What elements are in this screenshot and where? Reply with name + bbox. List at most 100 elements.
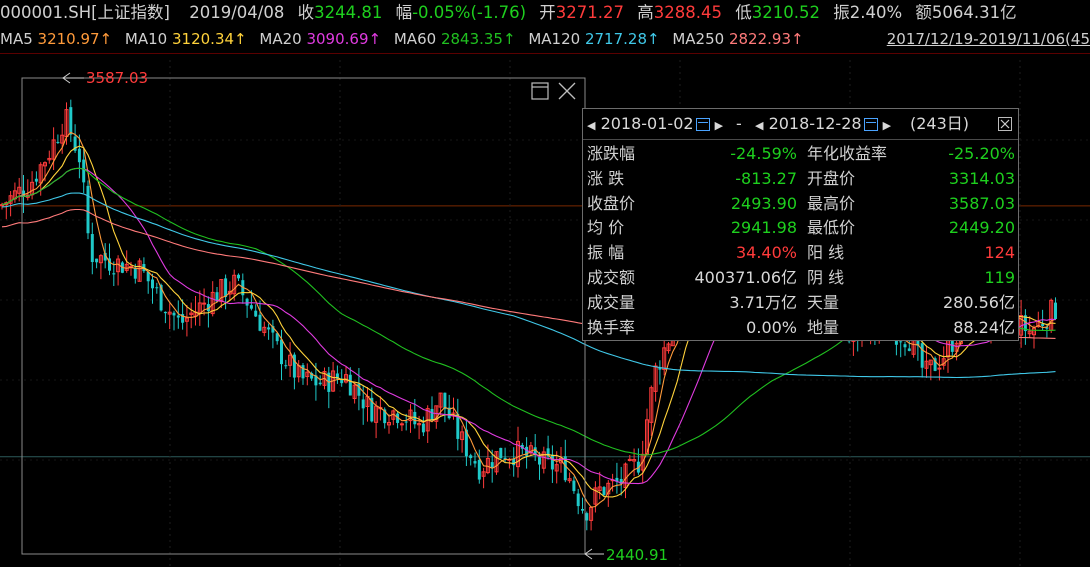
symbol-label[interactable]: 000001.SH[上证指数] bbox=[0, 0, 170, 26]
stat-label: 天量 bbox=[807, 292, 840, 312]
change-value: -0.05%(-1.76) bbox=[412, 3, 527, 22]
start-date-text[interactable]: 2018-01-02 bbox=[601, 114, 694, 133]
calendar-icon[interactable] bbox=[863, 118, 878, 131]
date-separator: - bbox=[736, 114, 742, 133]
restore-window-icon[interactable] bbox=[531, 82, 549, 100]
chart-overlay: 3587.03 2440.91 bbox=[21, 69, 668, 564]
candle-body bbox=[550, 454, 554, 470]
low-value: 3210.52 bbox=[751, 3, 820, 22]
open-label: 开 bbox=[539, 3, 556, 22]
open-value: 3271.27 bbox=[555, 3, 625, 22]
candle-body bbox=[202, 302, 207, 305]
quote-header: 000001.SH[上证指数] 2019/04/08 收3244.81 幅-0.… bbox=[0, 0, 1090, 26]
candle-body bbox=[77, 148, 81, 163]
candle-body bbox=[538, 457, 541, 465]
prev-start-icon[interactable]: ◀ bbox=[587, 119, 595, 132]
amplitude-label: 振 bbox=[833, 3, 850, 22]
ma10-value: 3120.34↑ bbox=[172, 30, 247, 48]
stat-value: 3314.03 bbox=[948, 168, 1015, 188]
stat-label: 成交量 bbox=[587, 292, 636, 312]
candle-body bbox=[155, 287, 159, 289]
candle-body bbox=[69, 107, 73, 135]
stat-label: 最低价 bbox=[807, 218, 856, 238]
high-value: 3288.45 bbox=[653, 3, 722, 22]
candle-body bbox=[421, 423, 425, 433]
candle-body bbox=[473, 461, 477, 464]
low-label: 低 bbox=[735, 3, 752, 22]
candle-body bbox=[572, 480, 576, 492]
candle-body bbox=[254, 310, 258, 317]
prev-end-icon[interactable]: ◀ bbox=[755, 119, 763, 132]
candle-body bbox=[512, 458, 516, 466]
stat-label: 收盘价 bbox=[587, 193, 636, 213]
close-stats-icon[interactable] bbox=[998, 117, 1012, 131]
candle-body bbox=[258, 314, 262, 331]
close-label: 收 bbox=[297, 3, 315, 22]
date-range-link[interactable]: 2017/12/19-2019/11/06(45 bbox=[887, 27, 1090, 51]
stat-label: 换手率 bbox=[587, 317, 636, 337]
candle-body bbox=[133, 267, 137, 279]
ma60-value: 2843.35↑ bbox=[440, 30, 516, 48]
amount-value: 5064.31亿 bbox=[931, 3, 1017, 22]
candle-body bbox=[899, 341, 903, 343]
candle-body bbox=[56, 141, 60, 143]
stat-label: 振 幅 bbox=[587, 243, 625, 263]
stat-value: -24.59% bbox=[730, 144, 797, 163]
candle-body bbox=[318, 382, 322, 385]
candle-body bbox=[404, 421, 408, 423]
candle-body bbox=[920, 343, 924, 368]
amount-label: 额 bbox=[915, 3, 932, 22]
candle-body bbox=[237, 274, 240, 279]
stat-value: -25.20% bbox=[948, 144, 1015, 163]
ma60-label: MA60 bbox=[393, 30, 437, 48]
start-date-picker[interactable]: ◀ 2018-01-02 ▶ bbox=[587, 113, 723, 135]
candle-body bbox=[469, 455, 473, 459]
calendar-icon[interactable] bbox=[695, 118, 710, 131]
ma5-label: MA5 bbox=[0, 30, 33, 48]
end-date-text[interactable]: 2018-12-28 bbox=[769, 114, 862, 133]
stat-value: 280.56亿 bbox=[943, 292, 1015, 312]
candle-body bbox=[348, 374, 352, 396]
ma20-value: 3090.69↑ bbox=[306, 30, 382, 48]
candle-body bbox=[267, 327, 271, 330]
amplitude-value: 2.40% bbox=[849, 3, 903, 22]
candle-body bbox=[301, 365, 305, 379]
stat-label: 地量 bbox=[807, 317, 840, 337]
candle-body bbox=[163, 311, 167, 314]
ma250-value: 2822.93↑ bbox=[728, 30, 804, 48]
high-label: 高 bbox=[637, 3, 654, 22]
low-marker-label: 2440.91 bbox=[606, 546, 668, 564]
stat-label: 阴 线 bbox=[807, 268, 845, 287]
candle-body bbox=[249, 305, 253, 309]
candle-body bbox=[112, 273, 116, 275]
end-date-picker[interactable]: ◀ 2018-12-28 ▶ bbox=[755, 113, 891, 135]
close-selection-icon[interactable] bbox=[557, 82, 577, 100]
next-end-icon[interactable]: ▶ bbox=[883, 119, 891, 132]
high-marker: 3587.03 bbox=[62, 69, 148, 87]
stat-value: 88.24亿 bbox=[953, 317, 1015, 337]
candle-body bbox=[907, 348, 911, 351]
stat-label: 最高价 bbox=[807, 193, 856, 213]
stat-value: 2493.90 bbox=[730, 193, 797, 213]
stat-label: 年化收益率 bbox=[807, 144, 888, 163]
change-label: 幅 bbox=[395, 3, 413, 22]
next-start-icon[interactable]: ▶ bbox=[715, 119, 723, 132]
selection-frame bbox=[21, 77, 586, 555]
low-marker: 2440.91 bbox=[584, 546, 668, 564]
stat-value: 34.40% bbox=[735, 243, 797, 263]
ma20-label: MA20 bbox=[259, 30, 302, 48]
stat-label: 均 价 bbox=[587, 218, 625, 238]
stat-label: 成交额 bbox=[587, 268, 636, 287]
candle-body bbox=[937, 367, 942, 370]
candle-body bbox=[172, 312, 176, 316]
candle-body bbox=[399, 423, 404, 426]
candle-body bbox=[477, 459, 481, 480]
candle-body bbox=[90, 234, 94, 263]
stat-value: 3587.03 bbox=[948, 193, 1015, 213]
stat-value: 0.00% bbox=[746, 317, 797, 337]
stat-value: 400371.06亿 bbox=[694, 268, 797, 287]
candle-body bbox=[602, 487, 606, 495]
candle-body bbox=[34, 178, 38, 182]
stat-label: 开盘价 bbox=[807, 168, 856, 188]
candle-body bbox=[903, 344, 907, 348]
